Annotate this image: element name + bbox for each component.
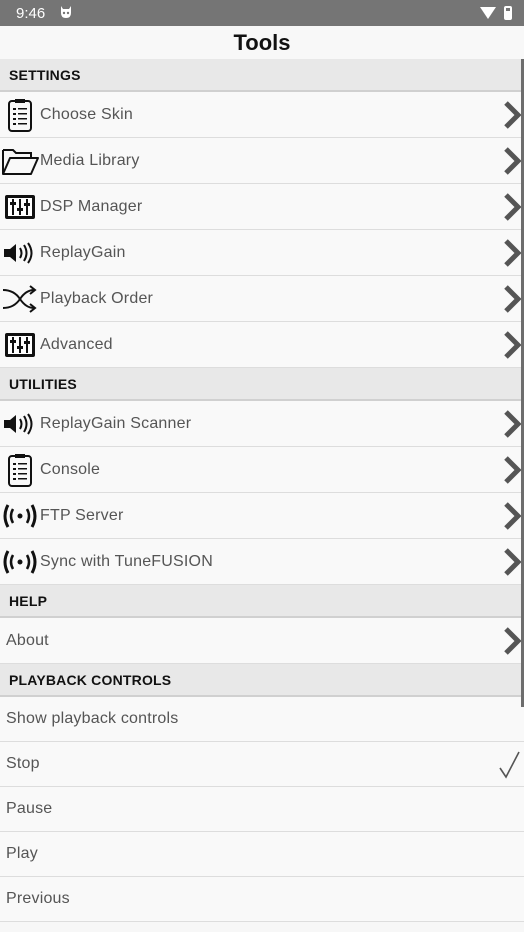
list-item-label: ReplayGain <box>40 243 126 261</box>
battery-icon <box>504 6 512 20</box>
list-item-dsp-manager[interactable]: DSP Manager <box>0 184 524 230</box>
list-item-label: Show playback controls <box>6 710 179 727</box>
status-bar: 9:46 <box>0 0 524 26</box>
tools-list: SETTINGS Choose Skin Media Library DSP M… <box>0 59 524 922</box>
checkmark-icon <box>499 751 520 779</box>
list-item-pause[interactable]: Pause <box>0 787 524 832</box>
list-item-label: DSP Manager <box>40 197 143 215</box>
list-item-label: Choose Skin <box>40 105 133 123</box>
clipboard-list-icon <box>0 447 40 493</box>
list-item-label: Stop <box>6 755 40 772</box>
list-item-label: Console <box>40 460 101 478</box>
list-item-sync-tunefusion[interactable]: Sync with TuneFUSION <box>0 539 524 585</box>
chevron-right-icon <box>504 285 522 313</box>
chevron-right-icon <box>504 627 522 655</box>
list-item-choose-skin[interactable]: Choose Skin <box>0 92 524 138</box>
status-time: 9:46 <box>16 4 46 22</box>
list-item-label: Pause <box>6 800 53 817</box>
list-item-about[interactable]: About <box>0 618 524 664</box>
list-item-label: Media Library <box>40 151 140 169</box>
section-header-playback-controls: PLAYBACK CONTROLS <box>0 664 524 697</box>
equalizer-icon <box>0 184 40 230</box>
list-item-show-playback-controls[interactable]: Show playback controls <box>0 697 524 742</box>
speaker-icon <box>0 401 40 447</box>
list-item-replaygain-scanner[interactable]: ReplayGain Scanner <box>0 401 524 447</box>
list-item-label: Previous <box>6 890 70 907</box>
section-header-utilities: UTILITIES <box>0 368 524 401</box>
folder-open-icon <box>0 138 40 184</box>
wifi-icon <box>480 7 496 19</box>
list-item-label: Playback Order <box>40 289 154 307</box>
list-item-label: Play <box>6 845 38 862</box>
list-item-play[interactable]: Play <box>0 832 524 877</box>
chevron-right-icon <box>504 193 522 221</box>
list-item-label: Advanced <box>40 335 113 353</box>
list-item-advanced[interactable]: Advanced <box>0 322 524 368</box>
equalizer-icon <box>0 322 40 368</box>
list-item-ftp-server[interactable]: FTP Server <box>0 493 524 539</box>
list-item-playback-order[interactable]: Playback Order <box>0 276 524 322</box>
chevron-right-icon <box>504 456 522 484</box>
speaker-icon <box>0 230 40 276</box>
list-item-label: FTP Server <box>40 506 124 524</box>
shuffle-icon <box>0 276 40 322</box>
list-item-stop[interactable]: Stop <box>0 742 524 787</box>
list-item-console[interactable]: Console <box>0 447 524 493</box>
chevron-right-icon <box>504 410 522 438</box>
chevron-right-icon <box>504 239 522 267</box>
chevron-right-icon <box>504 502 522 530</box>
list-item-previous[interactable]: Previous <box>0 877 524 922</box>
broadcast-icon <box>0 539 40 585</box>
list-item-label: Sync with TuneFUSION <box>40 552 213 570</box>
chevron-right-icon <box>504 147 522 175</box>
chevron-right-icon <box>504 101 522 129</box>
chevron-right-icon <box>504 331 522 359</box>
chevron-right-icon <box>504 548 522 576</box>
clipboard-list-icon <box>0 92 40 138</box>
android-debug-icon <box>59 5 73 22</box>
list-item-replaygain[interactable]: ReplayGain <box>0 230 524 276</box>
list-item-media-library[interactable]: Media Library <box>0 138 524 184</box>
section-header-help: HELP <box>0 585 524 618</box>
section-header-settings: SETTINGS <box>0 59 524 92</box>
list-item-label: About <box>6 631 49 649</box>
page-title: Tools <box>0 26 524 59</box>
broadcast-icon <box>0 493 40 539</box>
list-item-label: ReplayGain Scanner <box>40 414 192 432</box>
